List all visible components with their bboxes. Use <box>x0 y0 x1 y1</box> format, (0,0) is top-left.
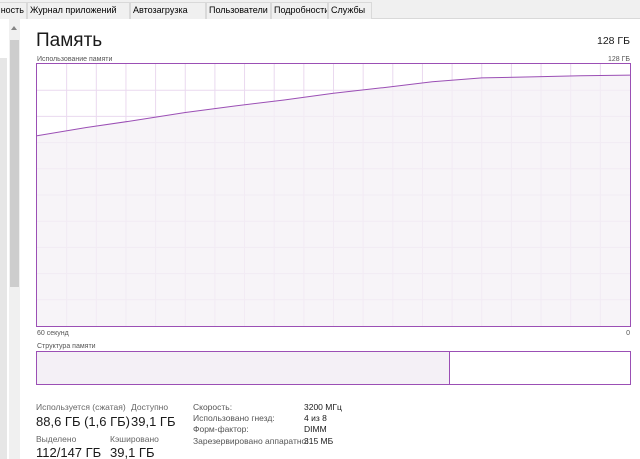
form-factor-label: Форм-фактор: <box>193 424 249 434</box>
slots-value: 4 из 8 <box>304 413 327 423</box>
graph-time-label: 60 секунд <box>37 330 69 337</box>
committed-value: 112/147 ГБ <box>36 445 102 459</box>
graph-min-label: 0 <box>626 330 630 337</box>
memory-total: 128 ГБ <box>596 35 630 47</box>
in-use-label: Используется (сжатая) <box>36 402 126 412</box>
structure-label: Структура памяти <box>37 343 96 350</box>
scrollbar-thumb[interactable] <box>10 40 19 287</box>
reserved-value: 315 МБ <box>304 436 334 446</box>
cached-value: 39,1 ГБ <box>110 445 155 459</box>
scroll-up-arrow-icon[interactable] <box>11 26 17 30</box>
left-pane-edge <box>0 58 7 459</box>
tab-details[interactable]: Подробности <box>271 2 328 19</box>
available-label: Доступно <box>131 402 169 412</box>
tab-performance[interactable]: …ность <box>0 2 27 19</box>
memory-structure-used <box>37 352 451 384</box>
available-value: 39,1 ГБ <box>131 414 176 429</box>
memory-usage-graph <box>36 63 631 327</box>
tab-strip: …ность Журнал приложений Автозагрузка По… <box>0 0 640 19</box>
tab-app-history[interactable]: Журнал приложений <box>27 2 130 19</box>
memory-usage-chart <box>37 64 630 326</box>
cached-label: Кэшировано <box>110 434 159 444</box>
speed-value: 3200 МГц <box>304 402 342 412</box>
tab-startup[interactable]: Автозагрузка <box>130 2 206 19</box>
form-factor-value: DIMM <box>304 424 327 434</box>
committed-label: Выделено <box>36 434 77 444</box>
reserved-label: Зарезервировано аппаратно: <box>193 436 309 446</box>
memory-structure-bar <box>36 351 631 385</box>
tab-users[interactable]: Пользователи <box>206 2 271 19</box>
page-title: Память <box>36 30 103 51</box>
speed-label: Скорость: <box>193 402 233 412</box>
tab-services[interactable]: Службы <box>328 2 372 19</box>
sidebar-scrollbar[interactable] <box>9 19 20 459</box>
in-use-value: 88,6 ГБ (1,6 ГБ) <box>36 414 131 429</box>
slots-label: Использовано гнезд: <box>193 413 275 423</box>
